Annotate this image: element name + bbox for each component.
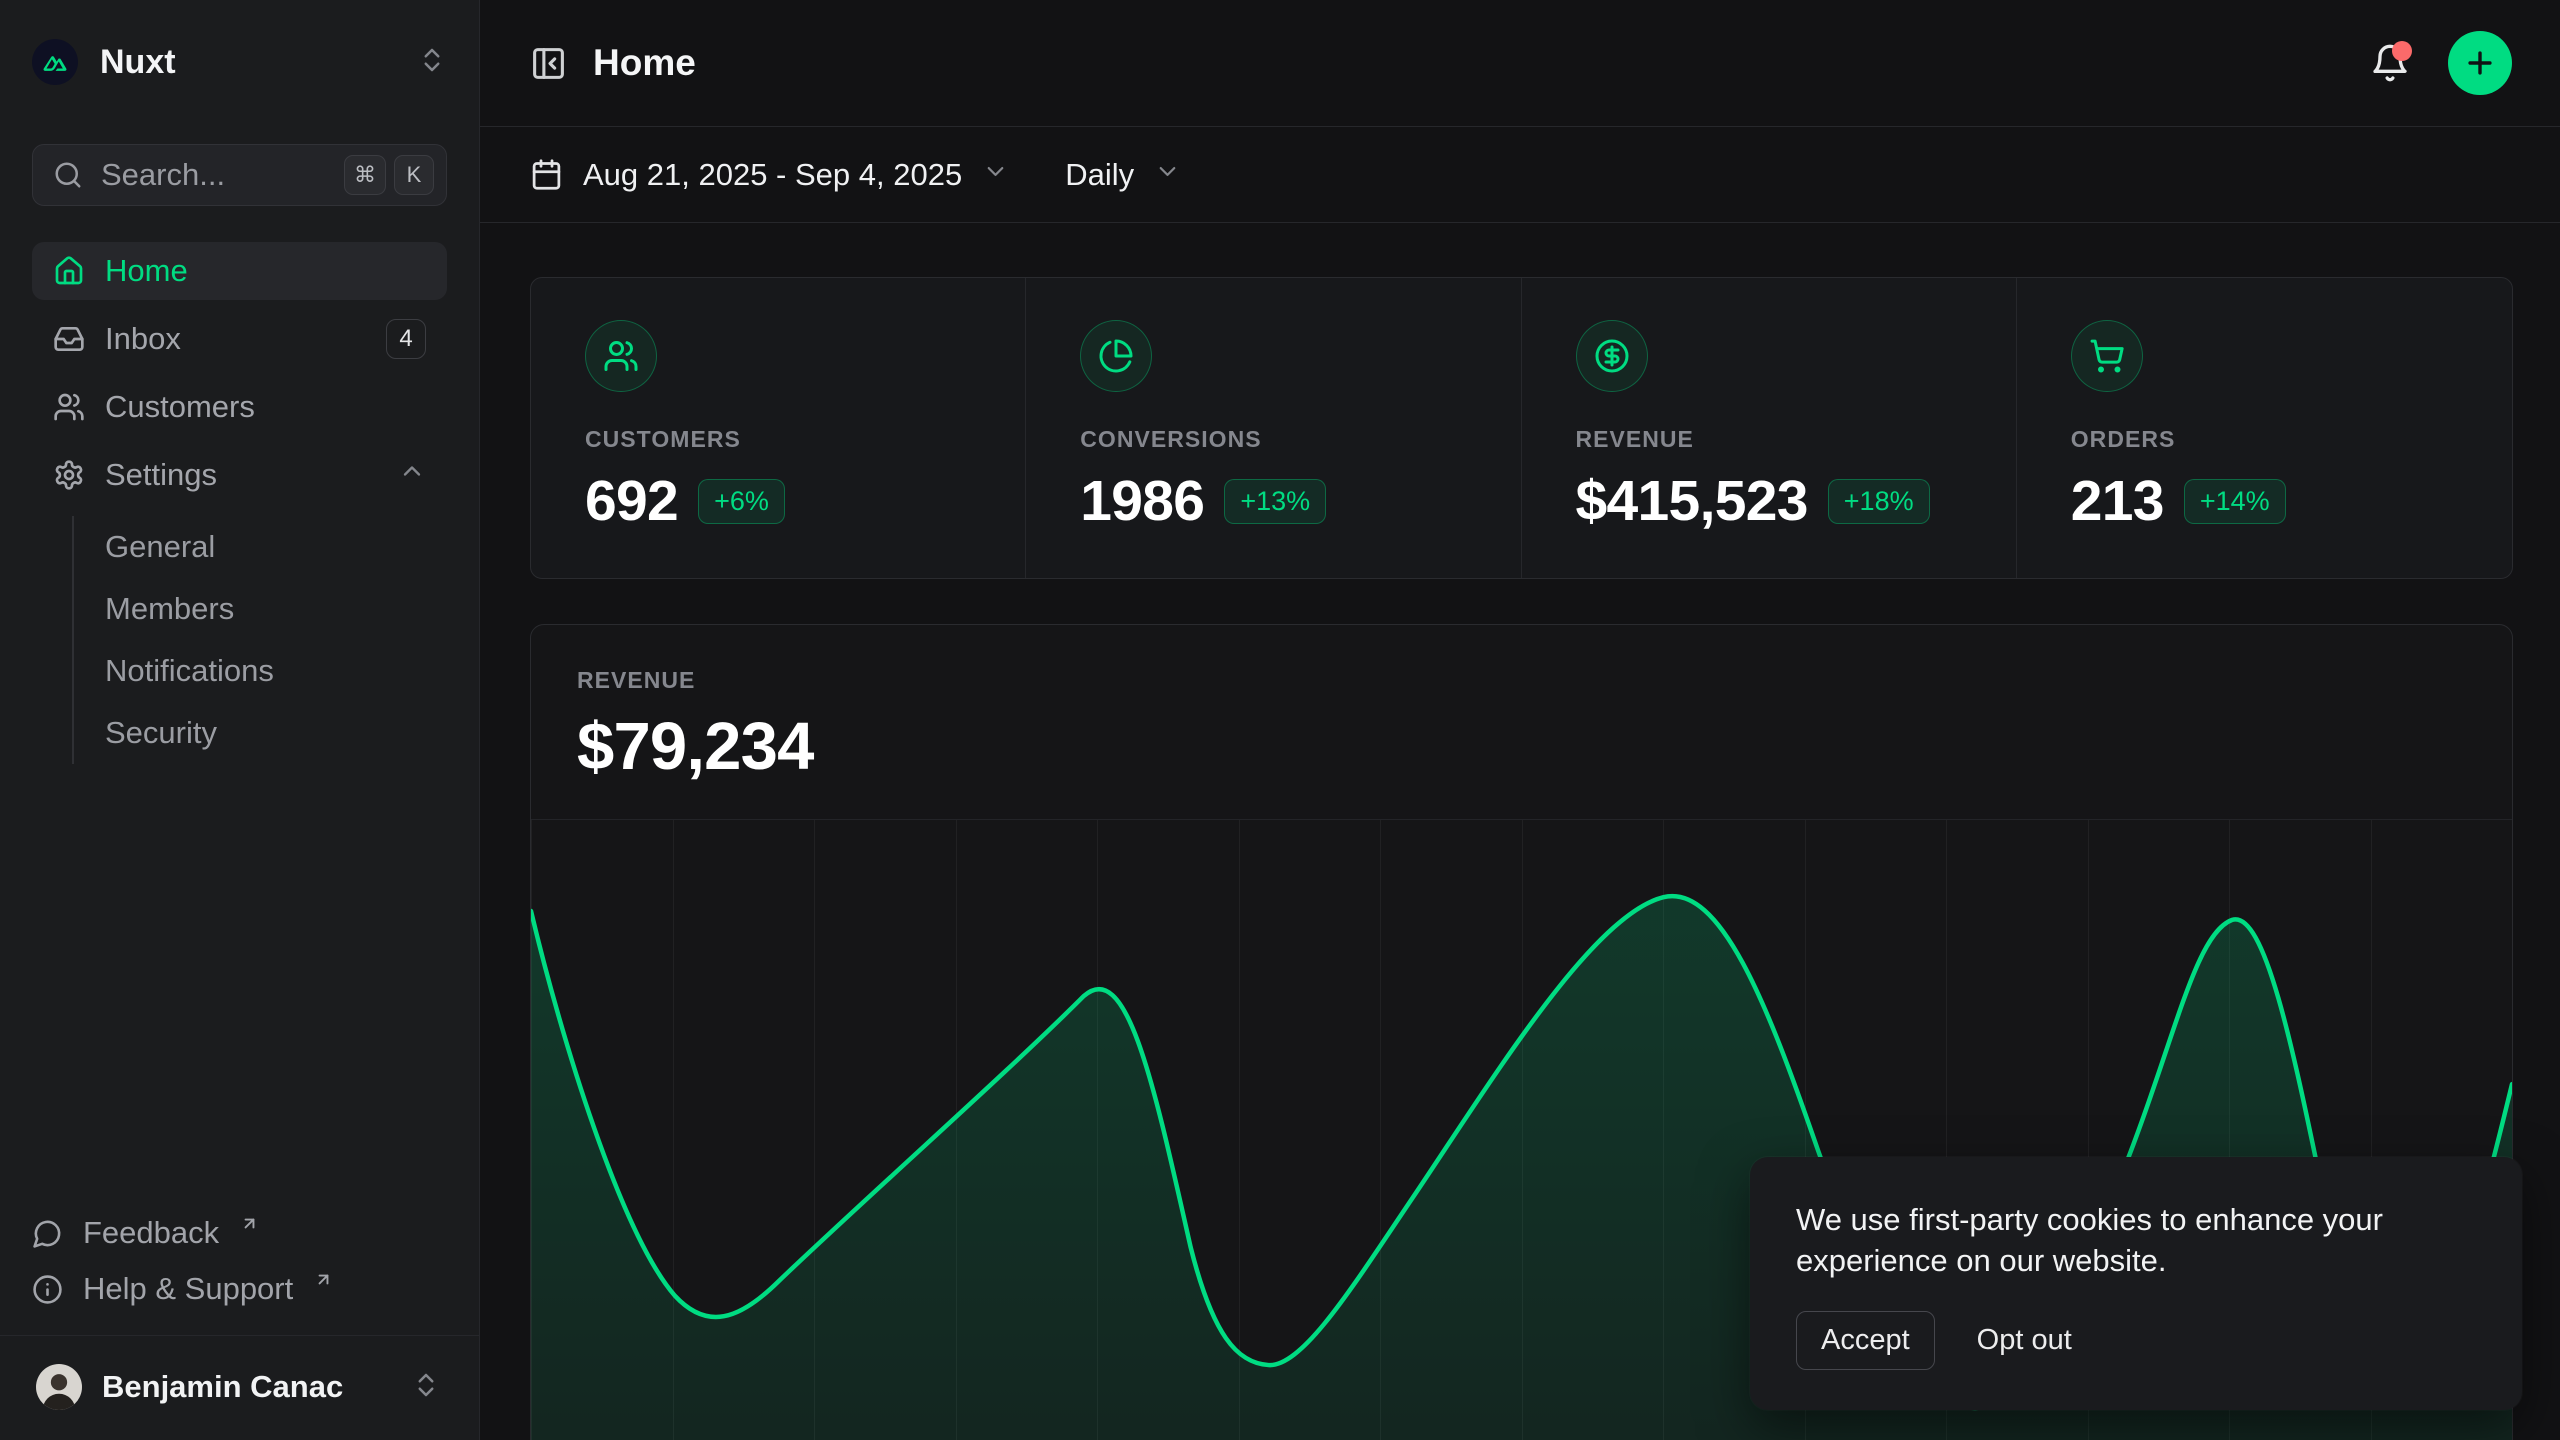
page-title: Home bbox=[593, 42, 696, 84]
sidebar: Nuxt Search... ⌘ K Home Inbox 4 bbox=[0, 0, 480, 1440]
user-menu[interactable]: Benjamin Canac bbox=[32, 1348, 447, 1426]
search-input[interactable]: Search... ⌘ K bbox=[32, 144, 447, 206]
feedback-link[interactable]: Feedback bbox=[32, 1205, 447, 1261]
sidebar-item-members[interactable]: Members bbox=[105, 578, 447, 640]
help-support-link[interactable]: Help & Support bbox=[32, 1261, 447, 1317]
chevrons-up-down-icon bbox=[411, 1370, 441, 1405]
team-name: Nuxt bbox=[100, 43, 176, 82]
stat-value: 213 bbox=[2071, 468, 2164, 534]
search-shortcut: ⌘ K bbox=[344, 155, 434, 195]
stat-conversions: CONVERSIONS 1986 +13% bbox=[1026, 278, 1521, 578]
stat-label: CONVERSIONS bbox=[1080, 426, 1466, 453]
sidebar-item-label: Home bbox=[105, 253, 188, 289]
users-icon bbox=[53, 391, 85, 423]
stats-card: CUSTOMERS 692 +6% CONVERSIONS 1986 +13% bbox=[530, 277, 2513, 579]
cookie-actions: Accept Opt out bbox=[1796, 1311, 2476, 1370]
stat-customers: CUSTOMERS 692 +6% bbox=[531, 278, 1026, 578]
stat-revenue: REVENUE $415,523 +18% bbox=[1522, 278, 2017, 578]
dollar-circle-icon bbox=[1594, 338, 1630, 374]
date-range-picker[interactable]: Aug 21, 2025 - Sep 4, 2025 bbox=[530, 157, 1009, 193]
calendar-icon bbox=[530, 158, 563, 191]
sidebar-item-inbox[interactable]: Inbox 4 bbox=[32, 310, 447, 368]
home-icon bbox=[53, 255, 85, 287]
chevrons-up-down-icon bbox=[417, 45, 447, 80]
external-link-icon bbox=[314, 1261, 333, 1297]
inbox-count-badge: 4 bbox=[386, 319, 426, 359]
sidebar-item-label: Inbox bbox=[105, 321, 181, 357]
sidebar-item-label: Settings bbox=[105, 457, 217, 493]
nuxt-logo-icon bbox=[32, 39, 78, 85]
info-circle-icon bbox=[32, 1274, 63, 1305]
stat-label: REVENUE bbox=[1576, 426, 1962, 453]
filters-toolbar: Aug 21, 2025 - Sep 4, 2025 Daily bbox=[480, 127, 2560, 223]
sidebar-item-customers[interactable]: Customers bbox=[32, 378, 447, 436]
kbd-k: K bbox=[394, 155, 434, 195]
shopping-cart-icon bbox=[2089, 338, 2125, 374]
sidebar-item-settings[interactable]: Settings bbox=[32, 446, 447, 504]
search-placeholder: Search... bbox=[101, 157, 225, 193]
accept-cookies-button[interactable]: Accept bbox=[1796, 1311, 1935, 1370]
notifications-button[interactable] bbox=[2370, 43, 2410, 83]
stat-value: 1986 bbox=[1080, 468, 1204, 534]
stat-value: $415,523 bbox=[1576, 468, 1808, 534]
new-item-button[interactable] bbox=[2448, 31, 2512, 95]
stat-label: CUSTOMERS bbox=[585, 426, 971, 453]
chart-title: REVENUE bbox=[577, 667, 2466, 694]
users-icon bbox=[603, 338, 639, 374]
period-value: Daily bbox=[1065, 157, 1134, 193]
pie-chart-icon bbox=[1098, 338, 1134, 374]
collapse-sidebar-button[interactable] bbox=[530, 45, 567, 82]
footer-link-label: Help & Support bbox=[83, 1271, 293, 1307]
settings-subnav: General Members Notifications Security bbox=[72, 516, 447, 764]
chevron-down-icon bbox=[1154, 157, 1181, 193]
opt-out-button[interactable]: Opt out bbox=[1977, 1324, 2072, 1357]
stat-change-badge: +14% bbox=[2184, 479, 2286, 524]
chevron-up-icon bbox=[398, 457, 426, 493]
kbd-cmd: ⌘ bbox=[344, 155, 386, 195]
search-icon bbox=[53, 160, 83, 190]
header-actions bbox=[2370, 31, 2512, 95]
revenue-chart-header: REVENUE $79,234 bbox=[531, 625, 2512, 820]
stat-change-badge: +18% bbox=[1828, 479, 1930, 524]
sidebar-divider bbox=[0, 1335, 479, 1336]
sidebar-item-notifications[interactable]: Notifications bbox=[105, 640, 447, 702]
stat-change-badge: +13% bbox=[1224, 479, 1326, 524]
gear-icon bbox=[53, 459, 85, 491]
chart-current-value: $79,234 bbox=[577, 708, 2466, 785]
user-name: Benjamin Canac bbox=[102, 1369, 343, 1405]
plus-icon bbox=[2463, 46, 2497, 80]
stat-orders: ORDERS 213 +14% bbox=[2017, 278, 2512, 578]
chat-bubble-icon bbox=[32, 1218, 63, 1249]
external-link-icon bbox=[240, 1205, 259, 1241]
chevron-down-icon bbox=[982, 157, 1009, 193]
sidebar-item-general[interactable]: General bbox=[105, 516, 447, 578]
footer-link-label: Feedback bbox=[83, 1215, 219, 1251]
sidebar-spacer bbox=[32, 764, 447, 1205]
cookie-message: We use first-party cookies to enhance yo… bbox=[1796, 1199, 2436, 1281]
page-header: Home bbox=[480, 0, 2560, 127]
stat-value: 692 bbox=[585, 468, 678, 534]
unread-dot bbox=[2392, 41, 2412, 61]
panel-left-close-icon bbox=[530, 45, 567, 82]
sidebar-nav: Home Inbox 4 Customers Settings General bbox=[32, 242, 447, 764]
sidebar-item-home[interactable]: Home bbox=[32, 242, 447, 300]
period-select[interactable]: Daily bbox=[1065, 157, 1181, 193]
app-root: Nuxt Search... ⌘ K Home Inbox 4 bbox=[0, 0, 2560, 1440]
stat-change-badge: +6% bbox=[698, 479, 785, 524]
avatar bbox=[36, 1364, 82, 1410]
cookie-banner: We use first-party cookies to enhance yo… bbox=[1750, 1157, 2522, 1410]
stat-label: ORDERS bbox=[2071, 426, 2458, 453]
inbox-icon bbox=[53, 323, 85, 355]
sidebar-item-security[interactable]: Security bbox=[105, 702, 447, 764]
sidebar-item-label: Customers bbox=[105, 389, 255, 425]
team-switcher[interactable]: Nuxt bbox=[32, 38, 447, 86]
date-range-value: Aug 21, 2025 - Sep 4, 2025 bbox=[583, 157, 962, 193]
